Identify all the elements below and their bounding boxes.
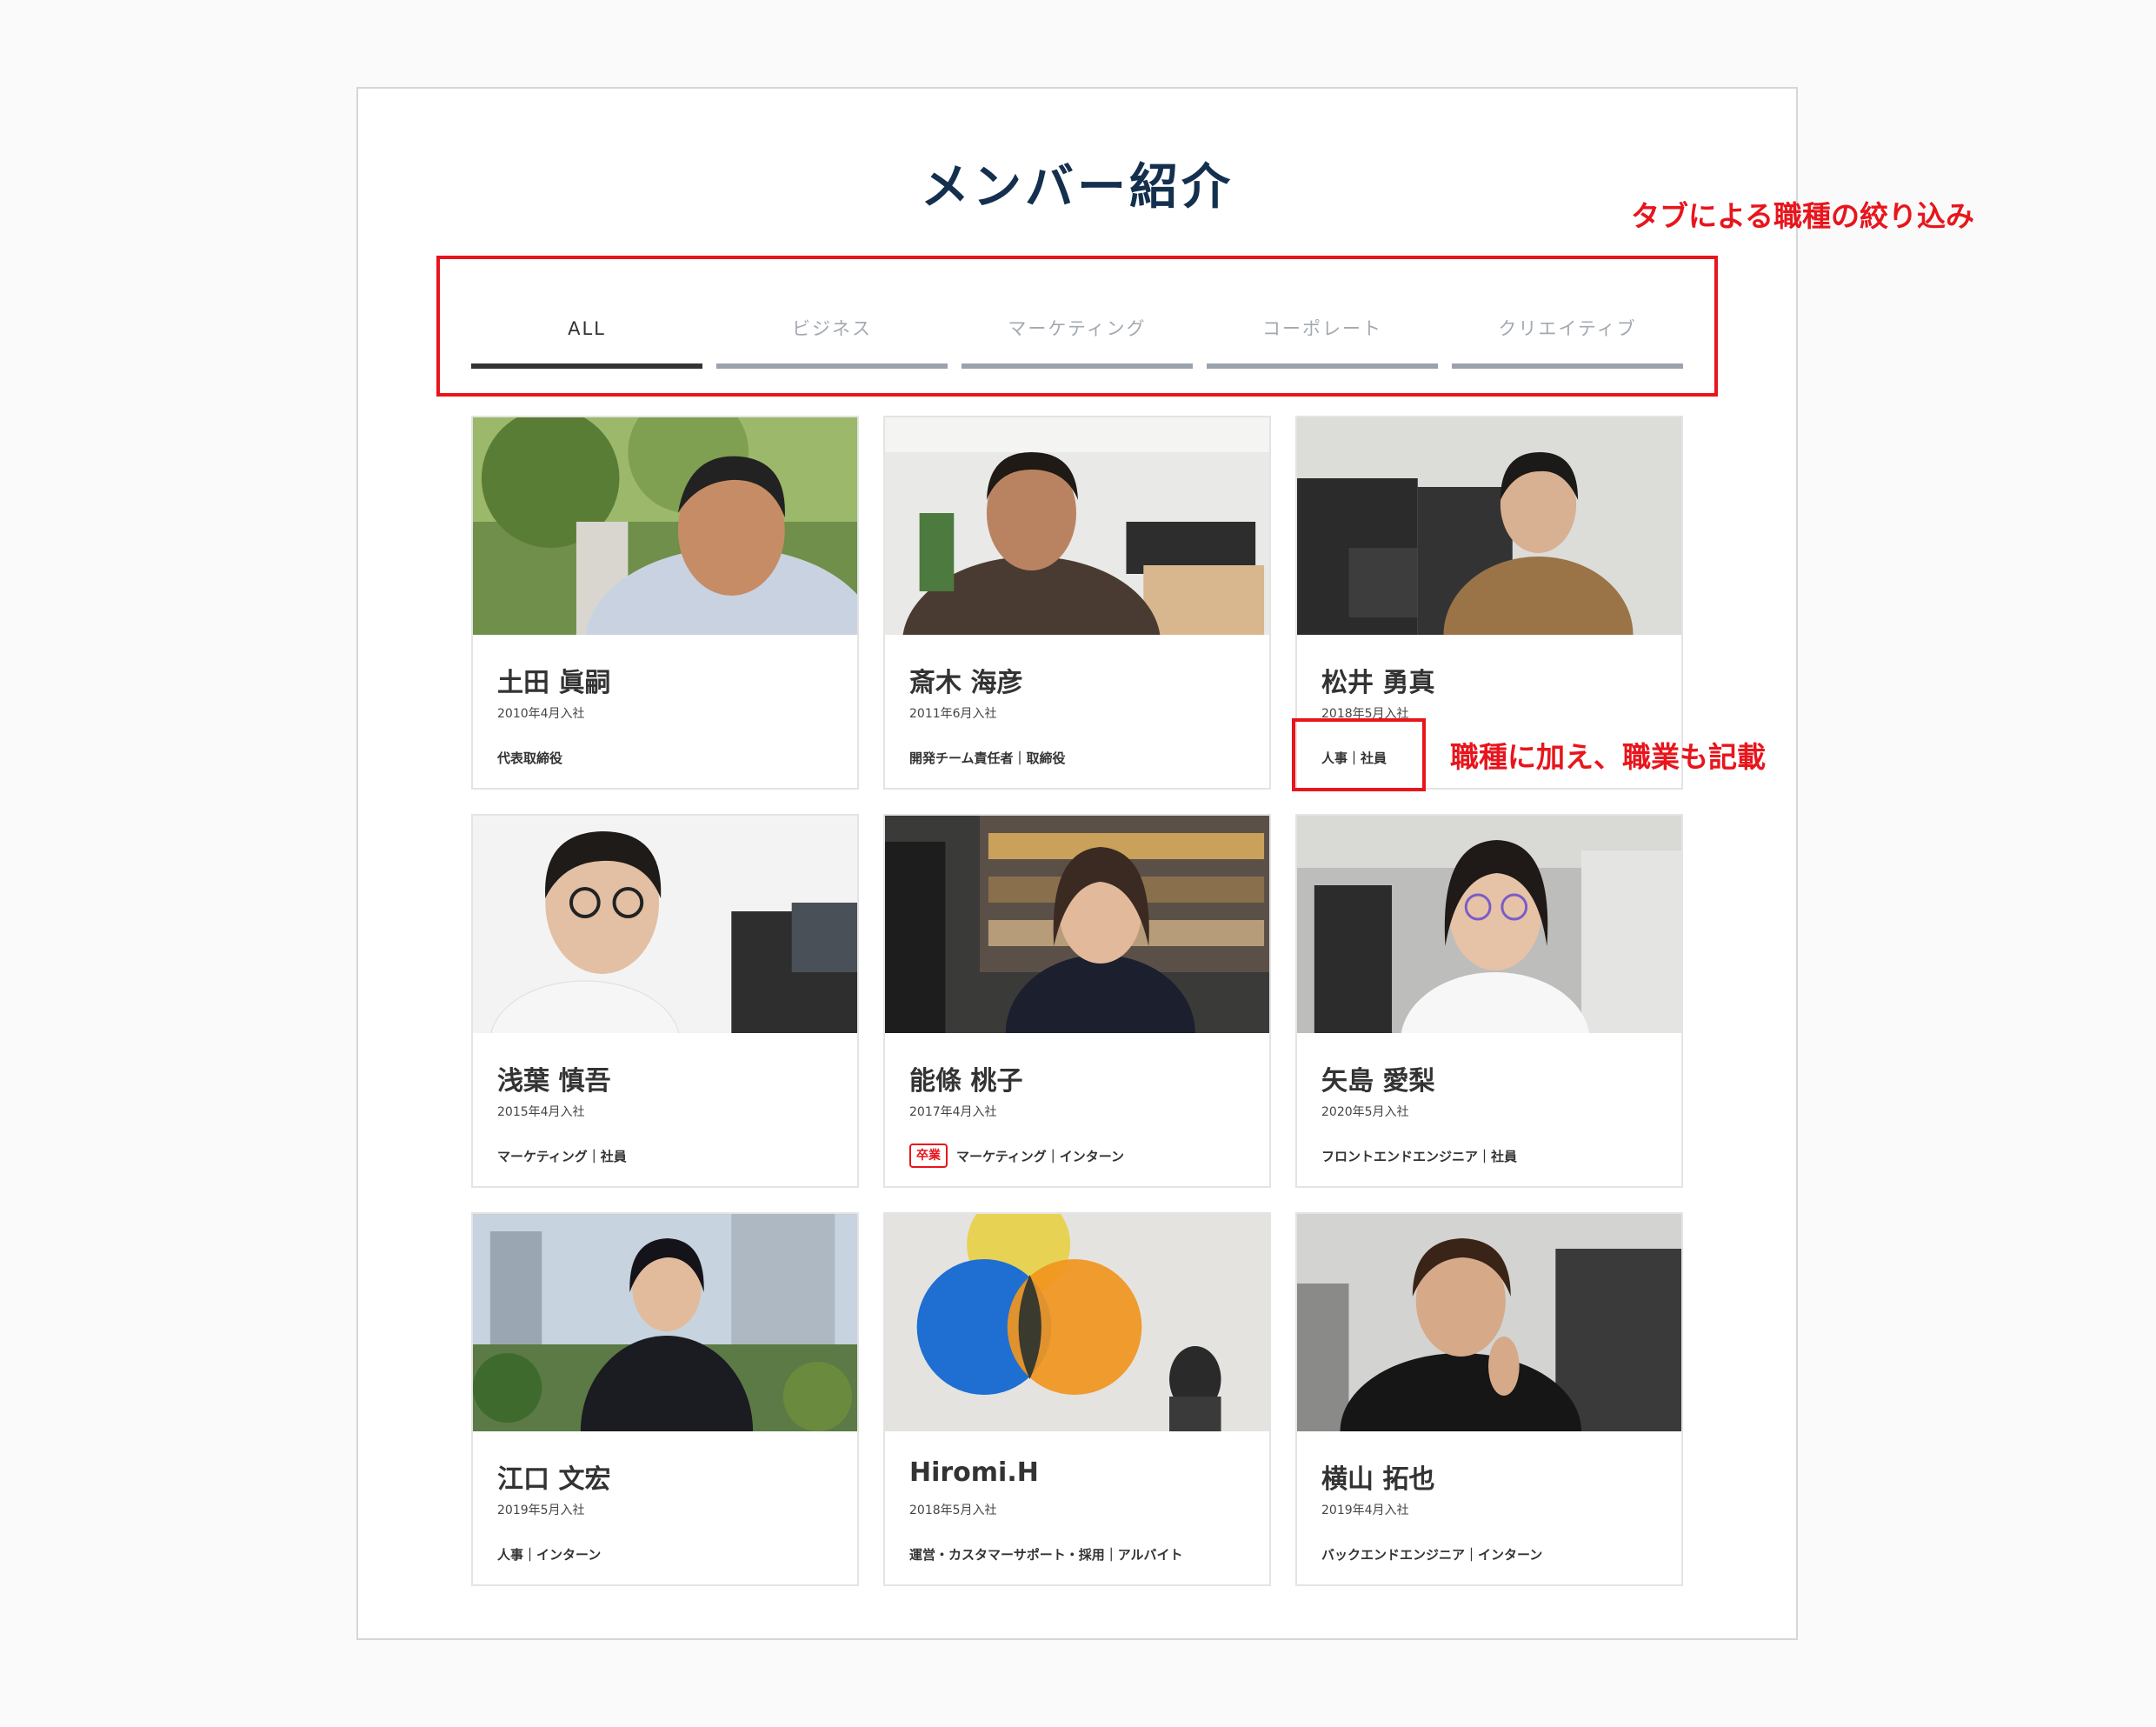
member-role-line: 卒業 マーケティング｜インターン — [909, 1143, 1124, 1169]
member-photo — [473, 816, 857, 1033]
member-role-line: 人事｜インターン — [497, 1541, 601, 1567]
member-role-line: 運営・カスタマーサポート・採用｜アルバイト — [909, 1541, 1183, 1567]
member-card[interactable]: 能條 桃子 2017年4月入社 卒業 マーケティング｜インターン — [883, 814, 1271, 1188]
member-photo — [885, 417, 1269, 635]
member-joined-date: 2017年4月入社 — [909, 1105, 997, 1119]
member-name: Hiromi.H — [909, 1457, 1039, 1488]
member-role-line: フロントエンドエンジニア｜社員 — [1321, 1143, 1517, 1169]
member-photo — [473, 417, 857, 635]
member-card[interactable]: 土田 眞嗣 2010年4月入社 代表取締役 — [471, 416, 859, 790]
member-role: フロントエンドエンジニア｜社員 — [1321, 1148, 1518, 1164]
member-joined-date: 2010年4月入社 — [497, 707, 585, 721]
member-role: マーケティング｜インターン — [956, 1148, 1125, 1164]
member-role-line: 代表取締役 — [497, 744, 562, 770]
graduated-badge: 卒業 — [909, 1144, 948, 1168]
member-joined-date: 2011年6月入社 — [909, 707, 997, 721]
member-joined-date: 2020年5月入社 — [1321, 1105, 1409, 1119]
member-card[interactable]: 矢島 愛梨 2020年5月入社 フロントエンドエンジニア｜社員 — [1295, 814, 1683, 1188]
member-name: 斎木 海彦 — [909, 668, 1023, 698]
member-photo — [473, 1214, 857, 1431]
member-role: 開発チーム責任者｜取締役 — [909, 750, 1066, 766]
member-name: 松井 勇真 — [1321, 668, 1435, 698]
member-card[interactable]: 横山 拓也 2019年4月入社 バックエンドエンジニア｜インターン — [1295, 1212, 1683, 1586]
tabs-annotation-box — [436, 256, 1718, 397]
member-grid: 土田 眞嗣 2010年4月入社 代表取締役 斎木 海彦 2011年6月入社 開発… — [471, 416, 1683, 1586]
member-card[interactable]: Hiromi.H 2018年5月入社 運営・カスタマーサポート・採用｜アルバイト — [883, 1212, 1271, 1586]
member-role-line: バックエンドエンジニア｜インターン — [1321, 1541, 1542, 1567]
member-role: 運営・カスタマーサポート・採用｜アルバイト — [909, 1546, 1183, 1563]
member-role: バックエンドエンジニア｜インターン — [1321, 1546, 1543, 1563]
member-name: 横山 拓也 — [1321, 1464, 1435, 1495]
member-joined-date: 2018年5月入社 — [909, 1504, 997, 1517]
member-role: 人事｜インターン — [497, 1546, 602, 1563]
member-photo — [1297, 417, 1681, 635]
member-photo — [1297, 816, 1681, 1033]
member-card[interactable]: 江口 文宏 2019年5月入社 人事｜インターン — [471, 1212, 859, 1586]
page-title: メンバー紹介 — [921, 159, 1234, 216]
member-role: 代表取締役 — [497, 750, 563, 766]
member-name: 浅葉 慎吾 — [497, 1066, 611, 1097]
member-photo — [1297, 1214, 1681, 1431]
role-annotation-box — [1292, 718, 1426, 791]
member-joined-date: 2015年4月入社 — [497, 1105, 585, 1119]
member-card[interactable]: 浅葉 慎吾 2015年4月入社 マーケティング｜社員 — [471, 814, 859, 1188]
member-role: マーケティング｜社員 — [497, 1148, 627, 1164]
tabs-annotation-text: タブによる職種の絞り込み — [1631, 199, 1975, 233]
member-photo — [885, 1214, 1269, 1431]
member-joined-date: 2019年4月入社 — [1321, 1504, 1409, 1517]
member-role-line: 開発チーム責任者｜取締役 — [909, 744, 1066, 770]
member-photo — [885, 816, 1269, 1033]
role-annotation-text: 職種に加え、職業も記載 — [1450, 740, 1766, 774]
member-name: 能條 桃子 — [909, 1066, 1023, 1097]
member-card[interactable]: 斎木 海彦 2011年6月入社 開発チーム責任者｜取締役 — [883, 416, 1271, 790]
member-joined-date: 2019年5月入社 — [497, 1504, 585, 1517]
member-name: 土田 眞嗣 — [497, 668, 611, 698]
member-name: 矢島 愛梨 — [1321, 1066, 1435, 1097]
member-name: 江口 文宏 — [497, 1464, 611, 1495]
member-role-line: マーケティング｜社員 — [497, 1143, 627, 1169]
